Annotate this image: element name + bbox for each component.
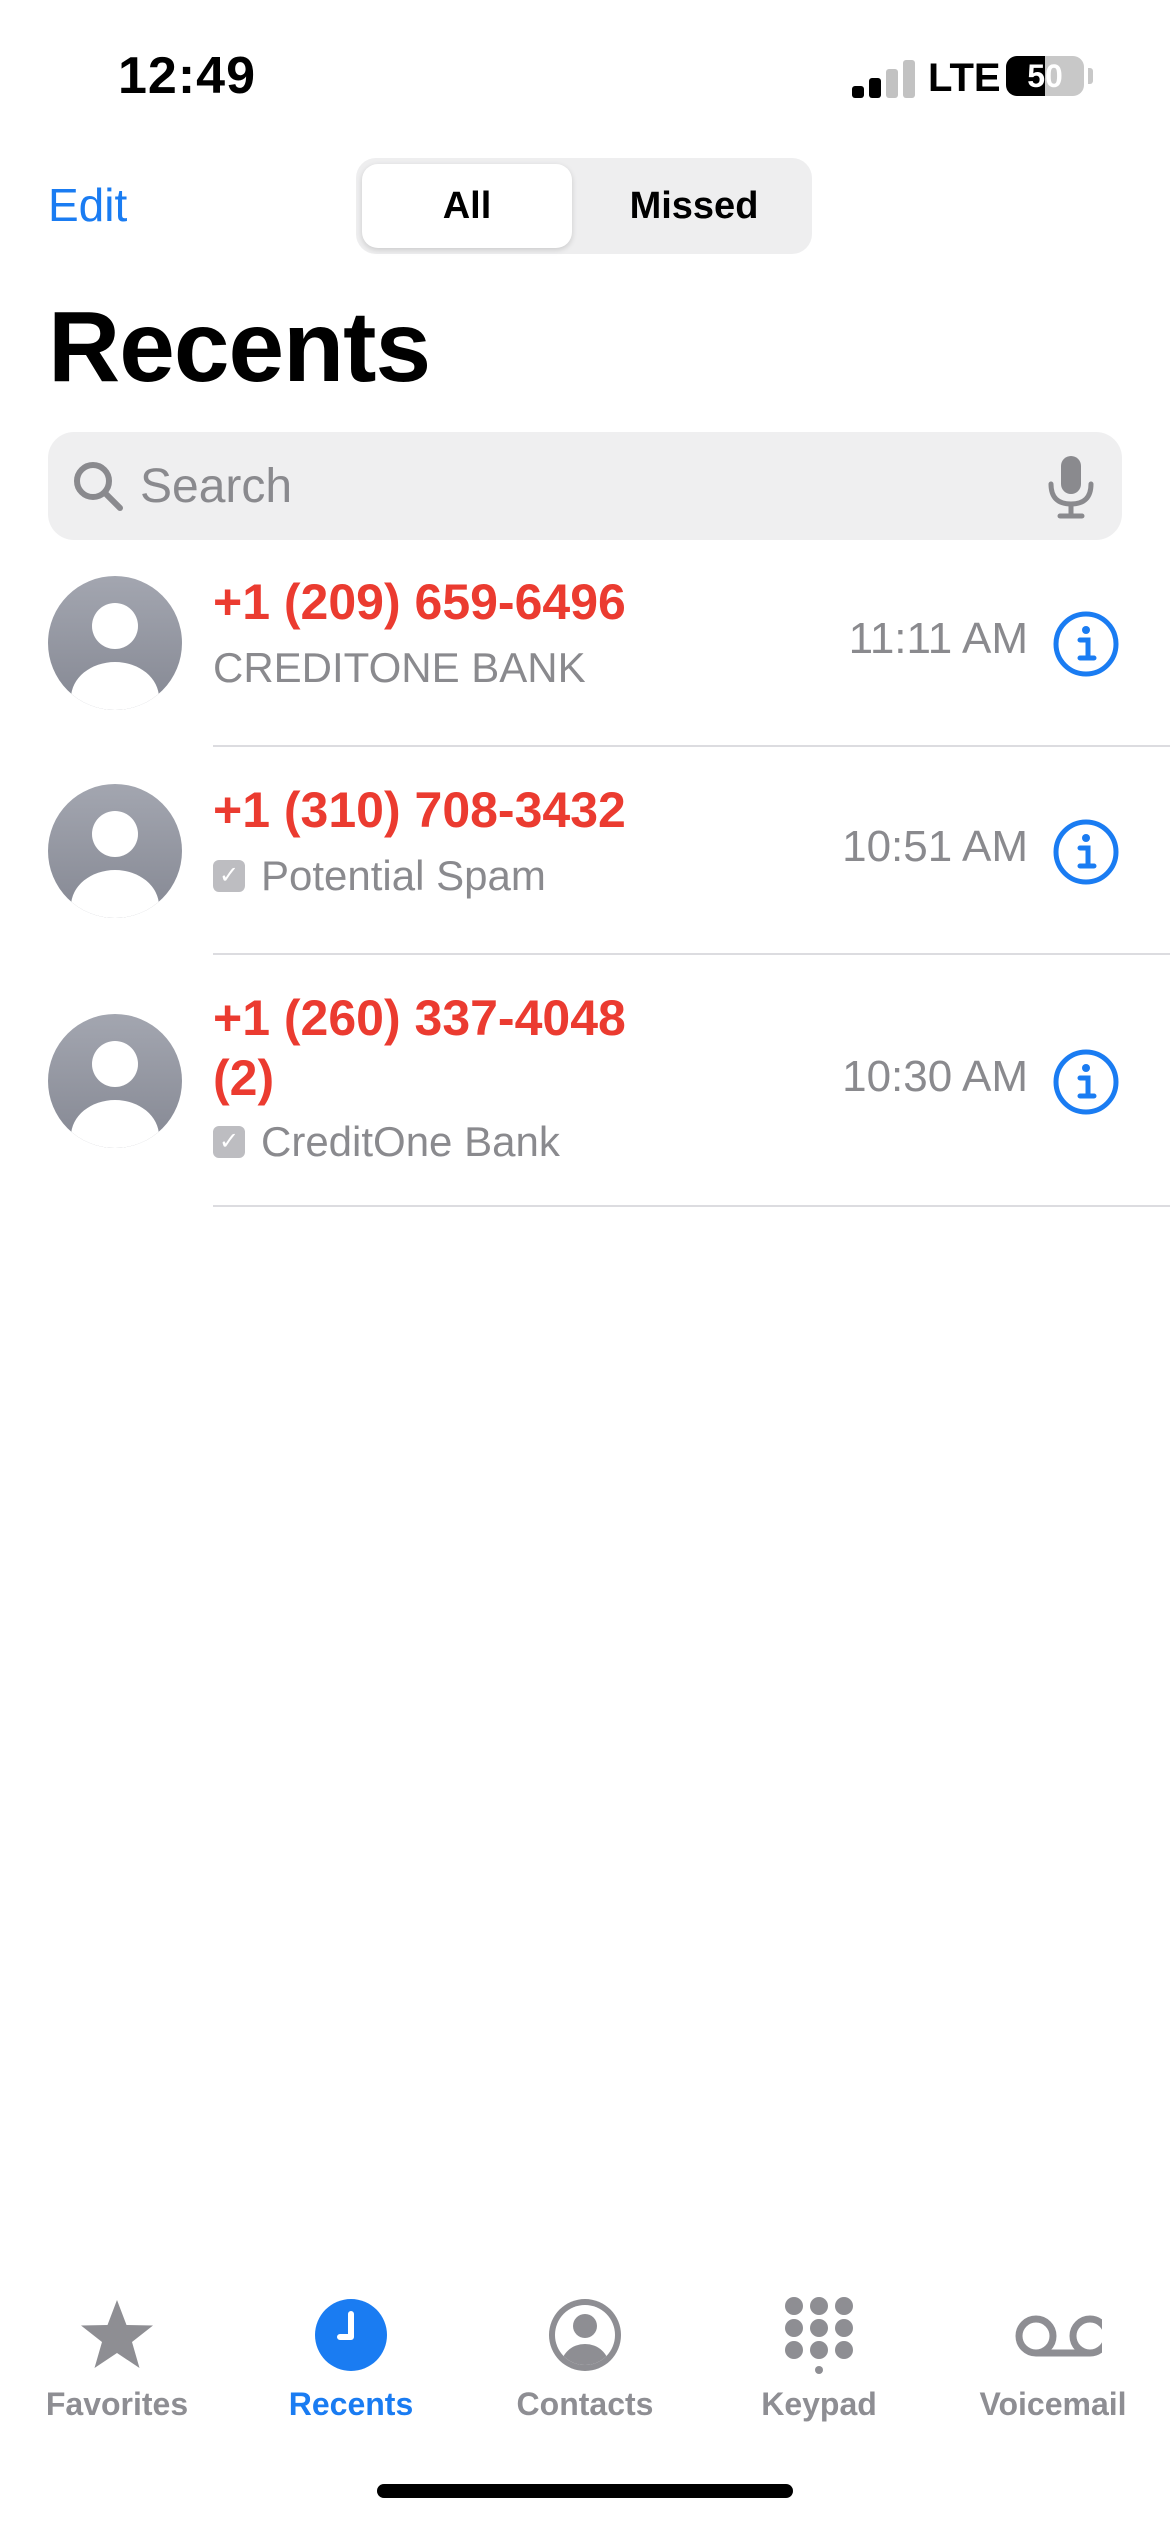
- tab-label: Contacts: [516, 2386, 654, 2422]
- info-icon[interactable]: [1052, 818, 1120, 886]
- battery-icon: 50: [1006, 56, 1084, 96]
- search-input[interactable]: [140, 432, 1020, 540]
- cellular-signal-icon: [852, 58, 916, 98]
- tab-label: Voicemail: [979, 2386, 1127, 2422]
- call-time: 10:51 AM: [842, 822, 1028, 871]
- tab-label: Favorites: [45, 2386, 189, 2422]
- call-row[interactable]: +1 (260) 337-4048 (2) CreditOne Bank 10:…: [0, 976, 1170, 1207]
- checkmark-icon: [213, 859, 245, 892]
- person-circle-icon: [549, 2299, 621, 2371]
- call-row[interactable]: +1 (310) 708-3432 Potential Spam 10:51 A…: [0, 768, 1170, 955]
- caller-number: +1 (209) 659-6496: [213, 574, 626, 630]
- info-icon[interactable]: [1052, 610, 1120, 678]
- network-type-label: LTE: [928, 56, 1001, 100]
- tab-recents[interactable]: Recents: [234, 2270, 468, 2440]
- info-icon[interactable]: [1052, 1048, 1120, 1116]
- caller-label-text: CreditOne Bank: [261, 1118, 560, 1165]
- home-indicator[interactable]: [377, 2484, 793, 2498]
- edit-button[interactable]: Edit: [48, 178, 127, 232]
- clock-icon: [315, 2299, 387, 2371]
- tab-label: Recents: [288, 2386, 414, 2422]
- tab-keypad[interactable]: Keypad: [702, 2270, 936, 2440]
- status-bar: 12:49 LTE 50: [0, 0, 1170, 150]
- call-time: 10:30 AM: [842, 1052, 1028, 1101]
- caller-number: +1 (260) 337-4048 (2): [213, 988, 626, 1108]
- voicemail-icon: [1015, 2315, 1102, 2357]
- caller-label: CREDITONE BANK: [213, 642, 586, 694]
- star-icon: [81, 2300, 153, 2368]
- tab-label: Keypad: [761, 2386, 877, 2422]
- battery-tip: [1088, 68, 1093, 84]
- tab-favorites[interactable]: Favorites: [0, 2270, 234, 2440]
- segment-all[interactable]: All: [362, 164, 572, 248]
- status-time: 12:49: [118, 47, 256, 105]
- tab-voicemail[interactable]: Voicemail: [936, 2270, 1170, 2440]
- call-count: (2): [213, 1050, 275, 1106]
- row-divider: [213, 953, 1170, 955]
- avatar: [48, 784, 182, 918]
- avatar: [48, 1014, 182, 1148]
- search-icon: [74, 462, 123, 511]
- caller-label-text: Potential Spam: [261, 852, 546, 899]
- filter-segmented-control: All Missed: [356, 158, 812, 254]
- checkmark-icon: [213, 1125, 245, 1158]
- keypad-icon: [785, 2297, 853, 2374]
- avatar: [48, 576, 182, 710]
- caller-label: CreditOne Bank: [213, 1116, 560, 1168]
- call-row[interactable]: +1 (209) 659-6496 CREDITONE BANK 11:11 A…: [0, 560, 1170, 747]
- segment-missed[interactable]: Missed: [582, 164, 806, 248]
- page-title: Recents: [48, 291, 431, 403]
- tab-contacts[interactable]: Contacts: [468, 2270, 702, 2440]
- row-divider: [213, 745, 1170, 747]
- caller-label-text: CREDITONE BANK: [213, 644, 586, 691]
- caller-number: +1 (310) 708-3432: [213, 782, 626, 838]
- battery-percent: 50: [1027, 58, 1063, 94]
- call-time: 11:11 AM: [848, 614, 1028, 663]
- row-divider: [213, 1205, 1170, 1207]
- search-bar: [48, 432, 1122, 540]
- caller-label: Potential Spam: [213, 850, 546, 902]
- caller-number-line: +1 (260) 337-4048: [213, 990, 626, 1046]
- microphone-icon[interactable]: [1042, 454, 1100, 520]
